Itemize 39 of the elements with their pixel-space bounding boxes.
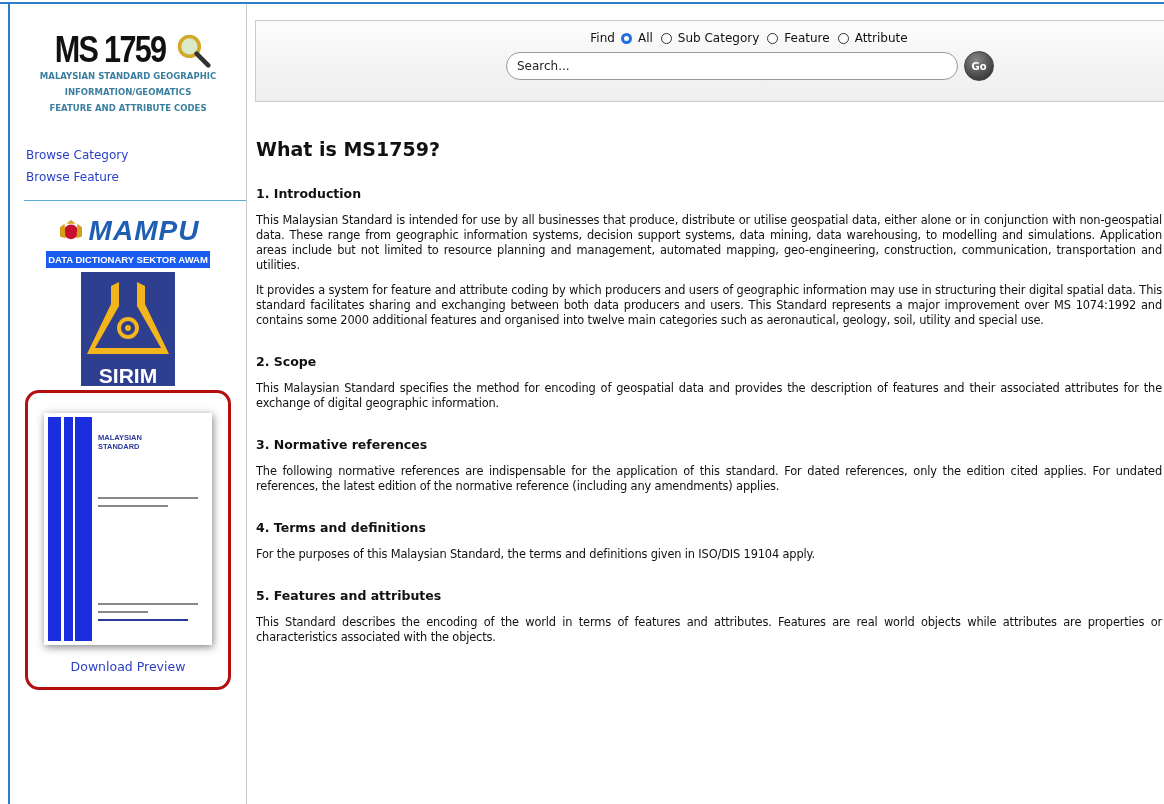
logo-title: MS 1759	[54, 32, 166, 68]
go-button[interactable]: Go	[964, 51, 994, 81]
paragraph: This Malaysian Standard specifies the method for encoding of geospatial data and provides the description of features and their associated attributes for the exchange of digital geographic information.	[256, 381, 1163, 411]
logo-subtitle: MALAYSIAN STANDARD GEOGRAPHIC	[39, 70, 217, 83]
section-heading: 1. Introduction	[256, 186, 363, 201]
paragraph: The following normative references are indispensable for the application of this standard. For dated references, only the edition cited applies. For undated references, the latest edition of the normative reference (including any amendments) applies.	[256, 464, 1163, 494]
paragraph: It provides a system for feature and attribute coding by which producers and users of geographic information may use in structuring their digital spatial data. This standard facilitates sharing and exchanging between both data producers and users. This Standard represents a major improvement over MS 1074:1992 and contains some 2000 additional features and organised into twelve main categories such as aeronautical, geology, soil, utility and special use.	[256, 283, 1163, 328]
radio-label: Sub Category	[677, 31, 760, 45]
section-heading: 5. Features and attributes	[256, 588, 443, 603]
logo-subtitle: FEATURE AND ATTRIBUTE CODES	[49, 102, 207, 115]
section-heading: 4. Terms and definitions	[256, 520, 427, 535]
paragraph: For the purposes of this Malaysian Standard, the terms and definitions given in ISO/DIS 19104 apply.	[256, 547, 816, 562]
radio-button[interactable]	[837, 32, 849, 44]
radio-label: Attribute	[854, 31, 908, 45]
search-option[interactable]: Attribute	[837, 31, 908, 45]
download-preview-link[interactable]: Download Preview	[70, 659, 186, 674]
search-option[interactable]: All	[620, 31, 653, 45]
section-heading: 3. Normative references	[256, 437, 429, 452]
radio-button[interactable]	[660, 32, 672, 44]
search-option[interactable]: Sub Category	[660, 31, 760, 45]
paragraph: This Malaysian Standard is intended for use by all businesses that produce, distribute or utilise geospatial data, either alone or in conjunction with non-geospatial data. These range from geographic information systems, decision support systems, data mining, data warehousing, to modelling and simulations. Application areas include but not limited to resource planning and management, automated mapping, geo-engineering, construction, communication, transportation and utilities.	[256, 213, 1163, 273]
page-title: What is MS1759?	[256, 138, 441, 160]
logo-caption: DATA DICTIONARY SEKTOR AWAM	[46, 251, 210, 268]
search-field[interactable]: Search...	[506, 52, 958, 80]
logo-subtitle: INFORMATION/GEOMATICS	[64, 86, 192, 99]
find-label: Find	[590, 31, 615, 45]
search-option[interactable]: Feature	[767, 31, 830, 45]
radio-label: Feature	[784, 31, 830, 45]
browse-link[interactable]: Browse Category	[26, 148, 129, 162]
radio-button[interactable]	[620, 32, 632, 44]
cover-text-line	[98, 505, 168, 507]
browse-link[interactable]: Browse Feature	[26, 170, 119, 184]
paragraph: This Standard describes the encoding of the world in terms of features and attributes. Features are real world objects while attributes are properties or characteristics associated with the objects.	[256, 615, 1164, 645]
radio-label: All	[637, 31, 653, 45]
cover-text-line	[98, 611, 148, 613]
magnifier-icon	[175, 32, 212, 68]
mampu-logo-text: MAMPU	[88, 217, 200, 245]
radio-button[interactable]	[767, 32, 779, 44]
section-heading: 2. Scope	[256, 354, 318, 369]
